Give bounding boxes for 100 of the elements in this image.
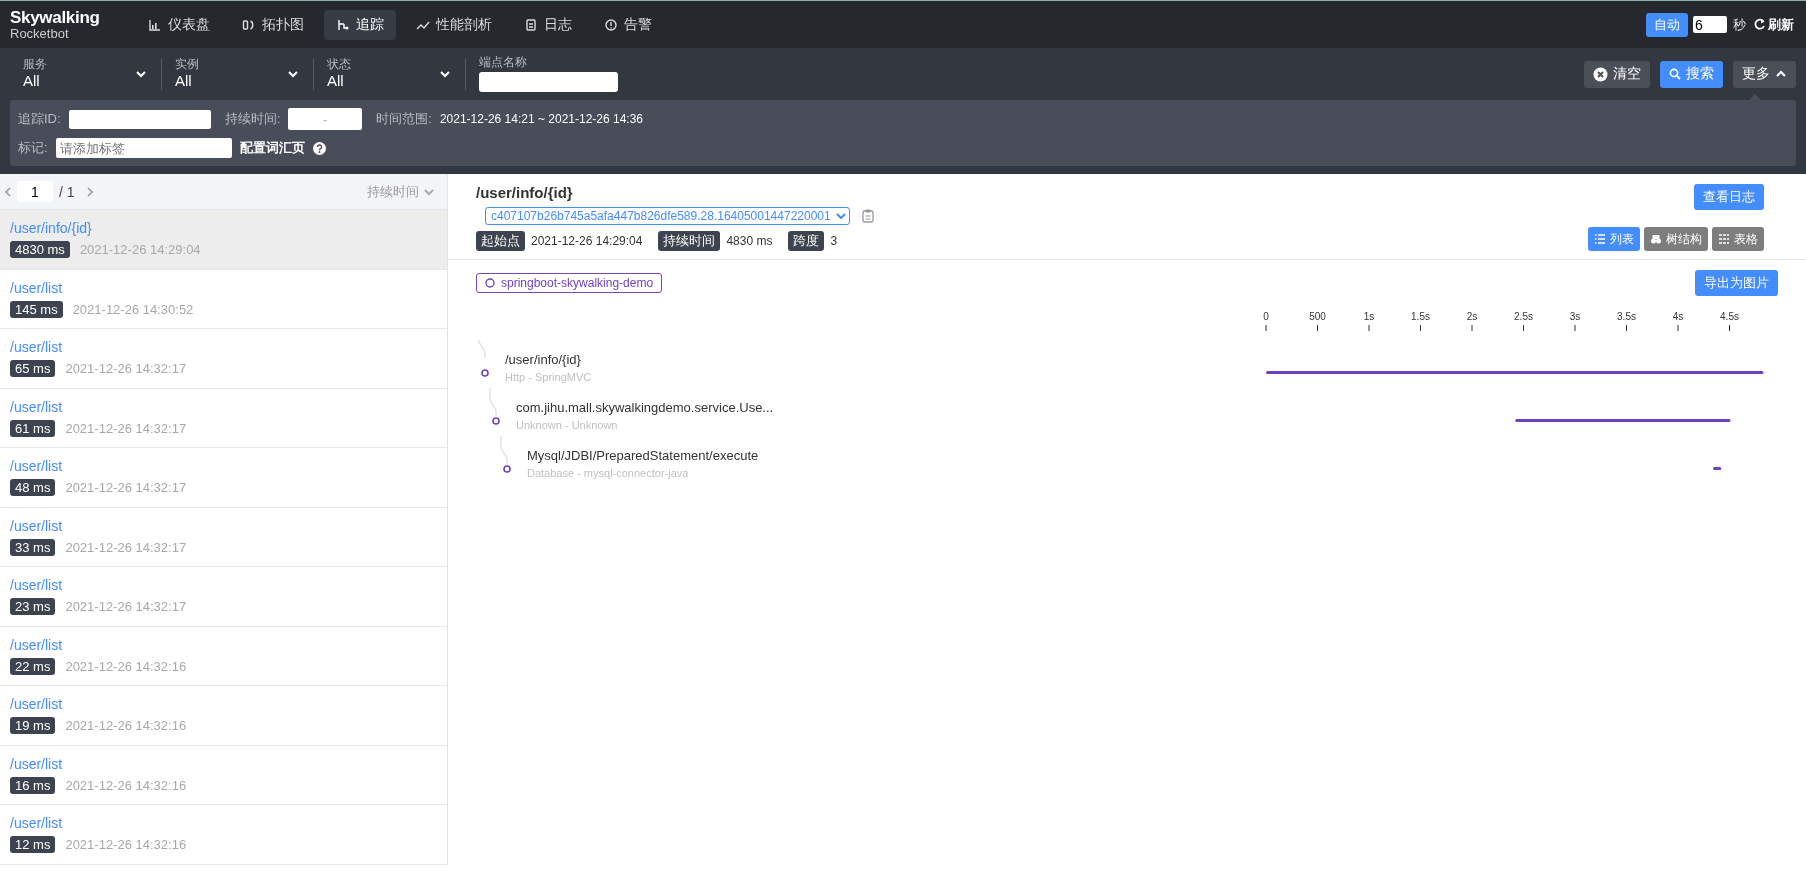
duration-badge: 4830 ms xyxy=(10,241,70,259)
duration-badge: 16 ms xyxy=(10,776,56,794)
spans-count: 3 xyxy=(830,234,838,248)
filter-select[interactable]: 实例 All xyxy=(162,58,314,90)
tick-label: 1s xyxy=(1363,311,1375,322)
trace-id-label: 追踪ID: xyxy=(18,110,61,128)
chevron-down-icon xyxy=(834,210,847,222)
trace-item[interactable]: /user/list 22 ms 2021-12-26 14:32:16 xyxy=(0,626,447,686)
list-icon xyxy=(1594,233,1606,245)
trace-endpoint: /user/list xyxy=(10,577,63,594)
filter-select[interactable]: 服务 All xyxy=(10,58,162,90)
page-field[interactable]: 1 xyxy=(17,181,53,202)
trace-endpoint: /user/list xyxy=(10,279,63,296)
time-range-label: 时间范围: xyxy=(376,110,432,128)
duration-badge: 33 ms xyxy=(10,538,56,556)
duration-badge: 145 ms xyxy=(10,300,63,318)
chevron-down-icon xyxy=(135,68,147,80)
trace-endpoint: /user/list xyxy=(10,398,63,415)
nav-tab[interactable]: 日志 xyxy=(511,9,584,40)
tick-label: 2s xyxy=(1466,311,1478,322)
tick-label: 3.5s xyxy=(1617,311,1636,322)
branch-icon xyxy=(335,17,350,32)
trace-item[interactable]: /user/list 65 ms 2021-12-26 14:32:17 xyxy=(0,329,447,389)
duration-label: 持续时间 xyxy=(658,231,721,251)
tick-label: 2.5s xyxy=(1514,311,1533,322)
trace-time: 2021-12-26 14:29:04 xyxy=(79,242,201,258)
trace-item[interactable]: /user/list 23 ms 2021-12-26 14:32:17 xyxy=(0,567,447,627)
tick-label: 4s xyxy=(1672,311,1684,322)
help-icon xyxy=(312,141,326,155)
tick-label: 3s xyxy=(1569,311,1581,322)
trace-endpoint: /user/list xyxy=(10,517,63,534)
service-tag: springboot-skywalking-demo xyxy=(476,273,663,293)
trace-time: 2021-12-26 14:32:16 xyxy=(65,658,187,674)
span-name: com.jihu.mall.skywalkingdemo.service.Use... xyxy=(516,400,774,415)
trace-endpoint: /user/info/{id} xyxy=(10,220,92,237)
nav-tab[interactable]: 性能剖析 xyxy=(403,9,504,40)
trace-item[interactable]: /user/list 16 ms 2021-12-26 14:32:16 xyxy=(0,745,447,805)
duration-badge: 12 ms xyxy=(10,836,56,854)
trace-time: 2021-12-26 14:32:17 xyxy=(65,361,187,377)
duration-badge: 23 ms xyxy=(10,598,56,616)
topology-icon xyxy=(241,17,256,32)
clipboard-icon[interactable] xyxy=(861,209,874,223)
duration-badge: 22 ms xyxy=(10,657,56,675)
tags-config-link[interactable]: 配置词汇页 xyxy=(239,139,305,157)
trace-time: 2021-12-26 14:32:17 xyxy=(65,420,187,436)
span-name: Mysql/JDBI/PreparedStatement/execute xyxy=(527,448,759,463)
interval-field[interactable]: 6 xyxy=(1693,16,1727,33)
refresh-button[interactable]: 刷新 xyxy=(1753,15,1794,34)
trace-item[interactable]: /user/list 33 ms 2021-12-26 14:32:17 xyxy=(0,507,447,567)
view-tab[interactable]: 表格 xyxy=(1712,227,1764,251)
trace-endpoint: /user/list xyxy=(10,696,63,713)
more-button[interactable]: 更多 xyxy=(1733,60,1796,88)
tags-field[interactable]: 请添加标签 xyxy=(55,138,232,158)
time-range: 2021-12-26 14:21 ~ 2021-12-26 14:36 xyxy=(439,112,644,126)
trace-time: 2021-12-26 14:32:17 xyxy=(65,599,187,615)
trace-endpoint: /user/list xyxy=(10,636,63,653)
tick-label: 1.5s xyxy=(1411,311,1430,322)
trace-item[interactable]: /user/list 61 ms 2021-12-26 14:32:17 xyxy=(0,388,447,448)
tags-label: 标记: xyxy=(18,139,48,157)
duration-badge: 61 ms xyxy=(10,419,56,437)
trace-id-field[interactable] xyxy=(68,109,211,129)
trace-time: 2021-12-26 14:32:17 xyxy=(65,480,187,496)
duration-label: 持续时间: xyxy=(224,110,281,128)
start-label: 起始点 xyxy=(476,231,525,251)
duration-badge: 65 ms xyxy=(10,360,56,378)
view-tab[interactable]: 树结构 xyxy=(1644,227,1708,251)
tick-label: 4.5s xyxy=(1720,311,1739,322)
close-circle-icon xyxy=(1593,66,1608,82)
nav-tab[interactable]: 告警 xyxy=(591,9,664,40)
next-page-icon[interactable] xyxy=(84,185,95,198)
endpoint-field[interactable] xyxy=(479,71,618,92)
nav-tab[interactable]: 拓扑图 xyxy=(229,9,316,40)
interval-unit: 秒 xyxy=(1733,15,1746,34)
previous-page-icon[interactable] xyxy=(3,185,13,198)
trace-time: 2021-12-26 14:32:16 xyxy=(65,777,187,793)
table-icon xyxy=(1718,233,1730,245)
span-meta: Unknown - Unknown xyxy=(516,419,619,431)
trace-item[interactable]: /user/list 145 ms 2021-12-26 14:30:52 xyxy=(0,269,447,329)
tick-label: 0 xyxy=(1263,311,1269,322)
nav-tab[interactable]: 仪表盘 xyxy=(135,9,222,40)
chevron-down-icon xyxy=(439,68,451,80)
trace-item[interactable]: /user/list 19 ms 2021-12-26 14:32:16 xyxy=(0,686,447,746)
search-icon xyxy=(1669,68,1681,80)
trace-time: 2021-12-26 14:32:17 xyxy=(65,539,187,555)
trace-item[interactable]: /user/list 12 ms 2021-12-26 14:32:16 xyxy=(0,805,447,865)
span-meta: Database - mysql-connector-java xyxy=(527,467,690,479)
endpoint-label: 端点名称 xyxy=(479,56,528,70)
page-total: / 1 xyxy=(59,183,75,200)
span-meta: Http - SpringMVC xyxy=(505,371,592,383)
tick-label: 500 xyxy=(1309,311,1326,322)
trace-endpoint: /user/list xyxy=(10,458,63,475)
nav-tab[interactable]: 追踪 xyxy=(323,9,396,40)
chart-icon xyxy=(147,17,162,32)
trace-item[interactable]: /user/list 48 ms 2021-12-26 14:32:17 xyxy=(0,448,447,508)
filter-select[interactable]: 状态 All xyxy=(314,58,466,90)
circle-icon xyxy=(485,278,495,288)
brand-subtitle: Rocketbot xyxy=(10,27,70,40)
trace-item[interactable]: /user/info/{id} 4830 ms 2021-12-26 14:29:04 xyxy=(0,210,447,270)
clear-button[interactable]: 清空 xyxy=(1584,60,1650,88)
brand-title: Skywalking xyxy=(10,9,100,26)
